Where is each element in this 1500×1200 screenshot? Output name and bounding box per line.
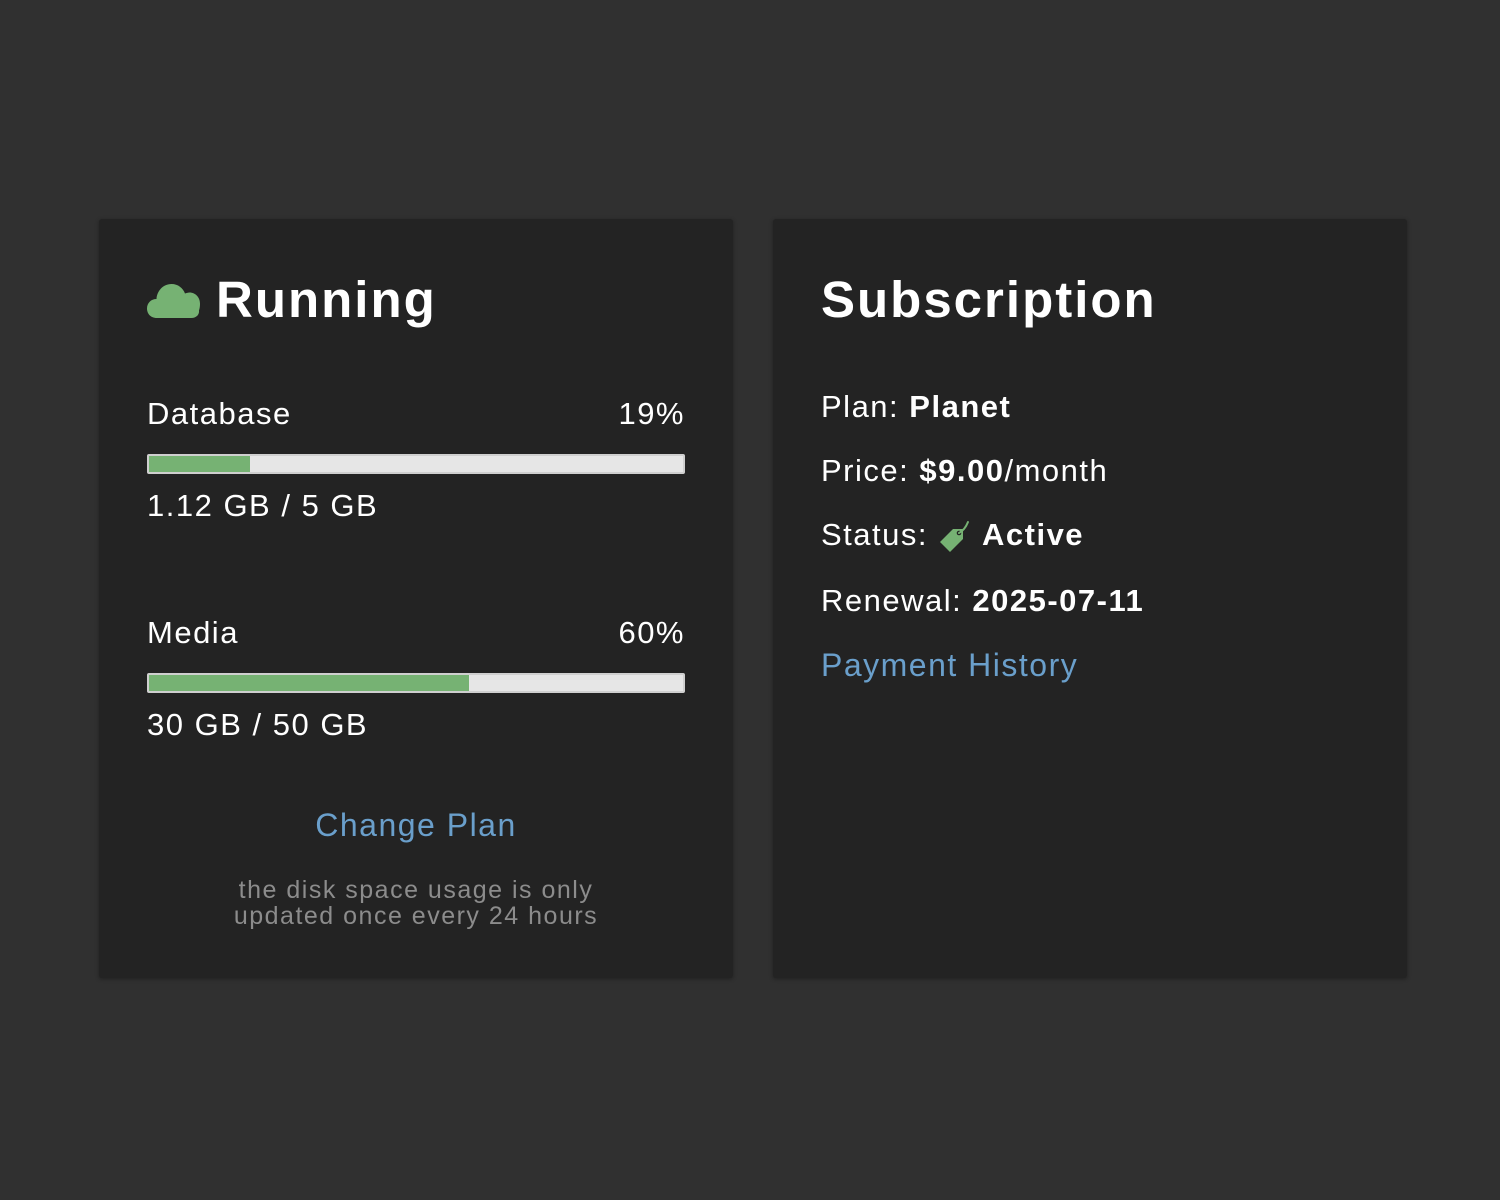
- renewal-row: Renewal: 2025-07-11: [821, 581, 1144, 621]
- subscription-title: Subscription: [821, 270, 1157, 328]
- database-usage: Database 19% 1.12 GB / 5 GB: [147, 394, 685, 526]
- status-title: Running: [147, 269, 437, 329]
- plan-row: Plan: Planet: [821, 387, 1011, 427]
- status-title-text: Running: [216, 270, 437, 328]
- media-label: Media: [147, 615, 239, 650]
- subscription-card: Subscription Plan: Planet Price: $9.00/m…: [773, 219, 1407, 978]
- disk-usage-note: the disk space usage is only updated onc…: [99, 877, 733, 929]
- media-progress-bar: [147, 673, 685, 693]
- price-suffix: /month: [1004, 453, 1109, 488]
- status-label: Status:: [821, 517, 928, 552]
- payment-history-link[interactable]: Payment History: [821, 645, 1078, 685]
- media-usage-text: 30 GB / 50 GB: [147, 707, 369, 742]
- renewal-value: 2025-07-11: [972, 583, 1145, 618]
- media-usage: Media 60% 30 GB / 50 GB: [147, 613, 685, 745]
- database-label: Database: [147, 396, 292, 431]
- database-progress-fill: [149, 456, 251, 472]
- renewal-label: Renewal:: [821, 583, 963, 618]
- plan-value: Planet: [909, 389, 1012, 424]
- change-plan-link[interactable]: Change Plan: [99, 807, 733, 844]
- status-card: Running Database 19% 1.12 GB / 5 GB Medi…: [99, 219, 733, 978]
- note-line-2: updated once every 24 hours: [233, 902, 599, 930]
- status-row: Status: Active: [821, 515, 1084, 555]
- database-progress-bar: [147, 454, 685, 474]
- note-line-1: the disk space usage is only: [238, 876, 594, 904]
- database-percent: 19%: [618, 396, 685, 431]
- status-value: Active: [982, 517, 1085, 552]
- media-percent: 60%: [618, 615, 685, 650]
- plan-label: Plan:: [821, 389, 900, 424]
- price-row: Price: $9.00/month: [821, 451, 1108, 491]
- tag-icon: [940, 521, 969, 552]
- price-value: $9.00: [919, 453, 1005, 488]
- database-usage-text: 1.12 GB / 5 GB: [147, 488, 379, 523]
- media-progress-fill: [149, 675, 470, 691]
- price-label: Price:: [821, 453, 910, 488]
- cloud-icon: [147, 284, 200, 318]
